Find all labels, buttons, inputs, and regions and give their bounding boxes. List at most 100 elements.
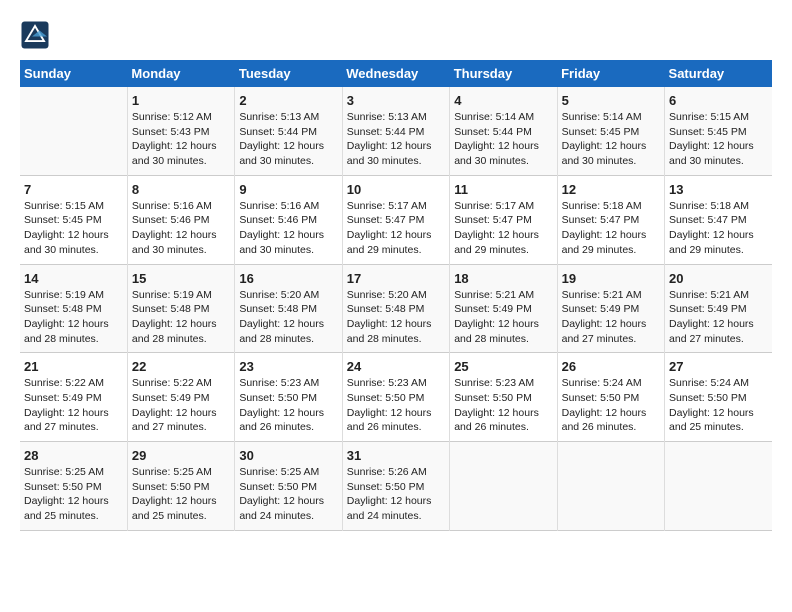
day-number: 27 — [669, 359, 768, 374]
day-number: 28 — [24, 448, 123, 463]
day-number: 13 — [669, 182, 768, 197]
calendar-week-row: 1 Sunrise: 5:12 AM Sunset: 5:43 PM Daylig… — [20, 87, 772, 175]
day-info: Sunrise: 5:12 AM Sunset: 5:43 PM Dayligh… — [132, 110, 230, 169]
calendar-cell: 16 Sunrise: 5:20 AM Sunset: 5:48 PM Dayli… — [235, 264, 342, 353]
day-number: 15 — [132, 271, 230, 286]
calendar-cell: 24 Sunrise: 5:23 AM Sunset: 5:50 PM Dayli… — [342, 353, 449, 442]
calendar-cell: 31Sunrise: 5:26 AM Sunset: 5:50 PM Dayli… — [342, 442, 449, 531]
day-info: Sunrise: 5:18 AM Sunset: 5:47 PM Dayligh… — [562, 199, 660, 258]
day-info: Sunrise: 5:14 AM Sunset: 5:44 PM Dayligh… — [454, 110, 552, 169]
calendar-cell: 20 Sunrise: 5:21 AM Sunset: 5:49 PM Dayli… — [665, 264, 772, 353]
calendar-week-row: 21Sunrise: 5:22 AM Sunset: 5:49 PM Dayli… — [20, 353, 772, 442]
day-info: Sunrise: 5:17 AM Sunset: 5:47 PM Dayligh… — [454, 199, 552, 258]
calendar-cell: 22Sunrise: 5:22 AM Sunset: 5:49 PM Dayli… — [127, 353, 234, 442]
day-info: Sunrise: 5:15 AM Sunset: 5:45 PM Dayligh… — [669, 110, 768, 169]
day-number: 25 — [454, 359, 552, 374]
day-info: Sunrise: 5:14 AM Sunset: 5:45 PM Dayligh… — [562, 110, 660, 169]
calendar-cell: 18 Sunrise: 5:21 AM Sunset: 5:49 PM Dayli… — [450, 264, 557, 353]
day-number: 4 — [454, 93, 552, 108]
calendar-header: SundayMondayTuesdayWednesdayThursdayFrid… — [20, 60, 772, 87]
calendar-cell: 28 Sunrise: 5:25 AM Sunset: 5:50 PM Dayli… — [20, 442, 127, 531]
day-info: Sunrise: 5:15 AM Sunset: 5:45 PM Dayligh… — [24, 199, 123, 258]
day-info: Sunrise: 5:25 AM Sunset: 5:50 PM Dayligh… — [24, 465, 123, 524]
calendar-week-row: 7 Sunrise: 5:15 AM Sunset: 5:45 PM Daylig… — [20, 175, 772, 264]
day-number: 24 — [347, 359, 445, 374]
day-info: Sunrise: 5:18 AM Sunset: 5:47 PM Dayligh… — [669, 199, 768, 258]
weekday-header: Friday — [557, 60, 664, 87]
day-number: 5 — [562, 93, 660, 108]
day-info: Sunrise: 5:13 AM Sunset: 5:44 PM Dayligh… — [347, 110, 445, 169]
calendar-cell: 23 Sunrise: 5:23 AM Sunset: 5:50 PM Dayli… — [235, 353, 342, 442]
calendar-cell: 2 Sunrise: 5:13 AM Sunset: 5:44 PM Daylig… — [235, 87, 342, 175]
calendar-cell: 9Sunrise: 5:16 AM Sunset: 5:46 PM Daylig… — [235, 175, 342, 264]
calendar-cell: 12 Sunrise: 5:18 AM Sunset: 5:47 PM Dayli… — [557, 175, 664, 264]
calendar-table: SundayMondayTuesdayWednesdayThursdayFrid… — [20, 60, 772, 531]
day-info: Sunrise: 5:25 AM Sunset: 5:50 PM Dayligh… — [239, 465, 337, 524]
day-info: Sunrise: 5:24 AM Sunset: 5:50 PM Dayligh… — [562, 376, 660, 435]
day-info: Sunrise: 5:20 AM Sunset: 5:48 PM Dayligh… — [239, 288, 337, 347]
day-info: Sunrise: 5:23 AM Sunset: 5:50 PM Dayligh… — [239, 376, 337, 435]
day-number: 22 — [132, 359, 230, 374]
calendar-cell: 27 Sunrise: 5:24 AM Sunset: 5:50 PM Dayli… — [665, 353, 772, 442]
weekday-header: Tuesday — [235, 60, 342, 87]
day-info: Sunrise: 5:16 AM Sunset: 5:46 PM Dayligh… — [132, 199, 230, 258]
calendar-cell: 7 Sunrise: 5:15 AM Sunset: 5:45 PM Daylig… — [20, 175, 127, 264]
day-number: 16 — [239, 271, 337, 286]
day-info: Sunrise: 5:23 AM Sunset: 5:50 PM Dayligh… — [347, 376, 445, 435]
day-info: Sunrise: 5:24 AM Sunset: 5:50 PM Dayligh… — [669, 376, 768, 435]
day-info: Sunrise: 5:13 AM Sunset: 5:44 PM Dayligh… — [239, 110, 337, 169]
calendar-cell — [450, 442, 557, 531]
day-number: 26 — [562, 359, 660, 374]
calendar-cell: 21Sunrise: 5:22 AM Sunset: 5:49 PM Dayli… — [20, 353, 127, 442]
day-info: Sunrise: 5:19 AM Sunset: 5:48 PM Dayligh… — [24, 288, 123, 347]
calendar-cell: 8 Sunrise: 5:16 AM Sunset: 5:46 PM Daylig… — [127, 175, 234, 264]
day-number: 1 — [132, 93, 230, 108]
calendar-cell: 19 Sunrise: 5:21 AM Sunset: 5:49 PM Dayli… — [557, 264, 664, 353]
day-info: Sunrise: 5:23 AM Sunset: 5:50 PM Dayligh… — [454, 376, 552, 435]
day-info: Sunrise: 5:21 AM Sunset: 5:49 PM Dayligh… — [669, 288, 768, 347]
calendar-cell: 17Sunrise: 5:20 AM Sunset: 5:48 PM Dayli… — [342, 264, 449, 353]
day-number: 29 — [132, 448, 230, 463]
calendar-week-row: 28 Sunrise: 5:25 AM Sunset: 5:50 PM Dayli… — [20, 442, 772, 531]
calendar-cell — [557, 442, 664, 531]
day-number: 3 — [347, 93, 445, 108]
day-number: 14 — [24, 271, 123, 286]
weekday-header: Wednesday — [342, 60, 449, 87]
day-info: Sunrise: 5:25 AM Sunset: 5:50 PM Dayligh… — [132, 465, 230, 524]
weekday-header: Sunday — [20, 60, 127, 87]
day-number: 7 — [24, 182, 123, 197]
day-number: 18 — [454, 271, 552, 286]
calendar-cell: 5 Sunrise: 5:14 AM Sunset: 5:45 PM Daylig… — [557, 87, 664, 175]
calendar-week-row: 14 Sunrise: 5:19 AM Sunset: 5:48 PM Dayli… — [20, 264, 772, 353]
day-info: Sunrise: 5:20 AM Sunset: 5:48 PM Dayligh… — [347, 288, 445, 347]
day-info: Sunrise: 5:26 AM Sunset: 5:50 PM Dayligh… — [347, 465, 445, 524]
day-number: 12 — [562, 182, 660, 197]
day-info: Sunrise: 5:16 AM Sunset: 5:46 PM Dayligh… — [239, 199, 337, 258]
day-number: 8 — [132, 182, 230, 197]
calendar-cell — [20, 87, 127, 175]
day-number: 10 — [347, 182, 445, 197]
day-info: Sunrise: 5:21 AM Sunset: 5:49 PM Dayligh… — [562, 288, 660, 347]
calendar-cell: 14 Sunrise: 5:19 AM Sunset: 5:48 PM Dayli… — [20, 264, 127, 353]
calendar-cell: 15Sunrise: 5:19 AM Sunset: 5:48 PM Dayli… — [127, 264, 234, 353]
calendar-cell: 1 Sunrise: 5:12 AM Sunset: 5:43 PM Daylig… — [127, 87, 234, 175]
day-number: 20 — [669, 271, 768, 286]
day-number: 21 — [24, 359, 123, 374]
calendar-cell: 11Sunrise: 5:17 AM Sunset: 5:47 PM Dayli… — [450, 175, 557, 264]
day-number: 2 — [239, 93, 337, 108]
weekday-header: Monday — [127, 60, 234, 87]
page-header — [20, 20, 772, 50]
logo-icon — [20, 20, 50, 50]
calendar-cell: 25 Sunrise: 5:23 AM Sunset: 5:50 PM Dayli… — [450, 353, 557, 442]
day-number: 30 — [239, 448, 337, 463]
calendar-cell: 29 Sunrise: 5:25 AM Sunset: 5:50 PM Dayli… — [127, 442, 234, 531]
calendar-cell: 13 Sunrise: 5:18 AM Sunset: 5:47 PM Dayli… — [665, 175, 772, 264]
weekday-header: Thursday — [450, 60, 557, 87]
day-number: 23 — [239, 359, 337, 374]
calendar-cell — [665, 442, 772, 531]
calendar-cell: 4 Sunrise: 5:14 AM Sunset: 5:44 PM Daylig… — [450, 87, 557, 175]
day-info: Sunrise: 5:21 AM Sunset: 5:49 PM Dayligh… — [454, 288, 552, 347]
day-number: 19 — [562, 271, 660, 286]
calendar-cell: 10Sunrise: 5:17 AM Sunset: 5:47 PM Dayli… — [342, 175, 449, 264]
calendar-cell: 6Sunrise: 5:15 AM Sunset: 5:45 PM Daylig… — [665, 87, 772, 175]
